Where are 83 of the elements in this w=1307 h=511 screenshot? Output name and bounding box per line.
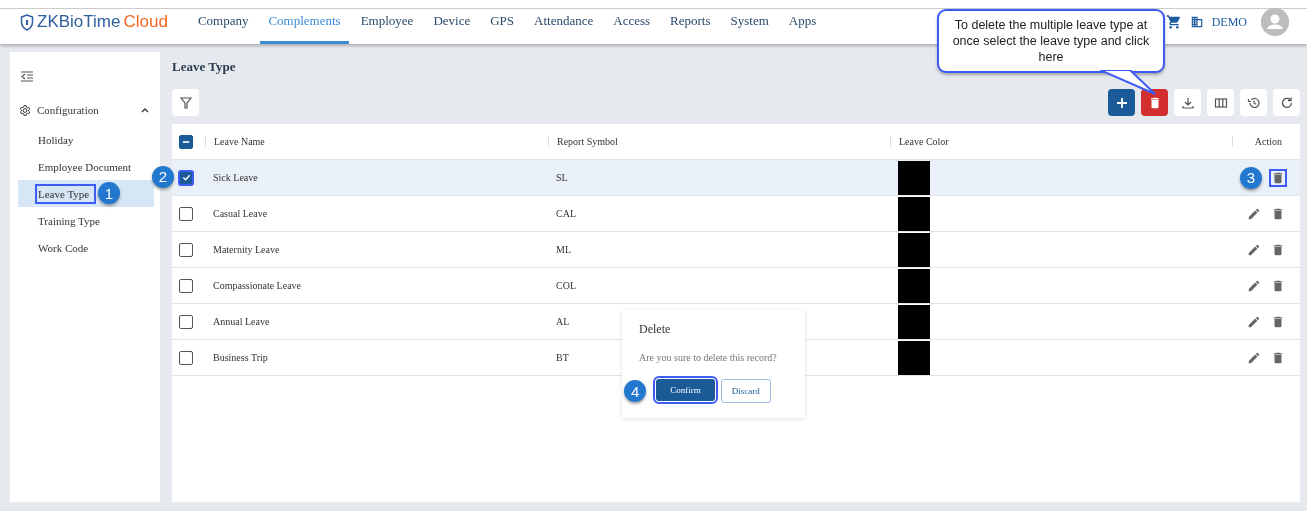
refresh-button[interactable] (1273, 89, 1300, 116)
nav-tab[interactable]: Apps (780, 0, 825, 44)
step-number-badge: 3 (1240, 166, 1262, 189)
table-cell: Compassionate Leave (213, 280, 302, 291)
column-header: Leave Color (890, 136, 1232, 147)
collapse-menu-icon[interactable] (20, 70, 34, 84)
sidebar-item[interactable]: Work Code (18, 234, 154, 261)
dialog-title: Delete (639, 322, 671, 337)
table-cell: Annual Leave (213, 316, 270, 327)
columns-button[interactable] (1207, 89, 1234, 116)
checkbox[interactable] (179, 242, 193, 257)
trash-icon (1271, 170, 1285, 185)
checkbox[interactable] (179, 350, 193, 365)
table-cell: Casual Leave (213, 208, 268, 219)
column-header: Leave Name (205, 136, 548, 147)
trash-icon (1271, 278, 1285, 293)
table-cell: COL (556, 280, 576, 291)
table-cell: ML (556, 244, 571, 255)
checkbox[interactable] (179, 314, 193, 329)
check-icon (181, 173, 191, 182)
plus-icon (1114, 95, 1129, 110)
confirm-button[interactable]: Confirm (656, 379, 715, 401)
nav-tab[interactable]: Complements (260, 0, 349, 44)
delete-button[interactable] (1270, 169, 1286, 186)
table-cell: SL (556, 172, 568, 183)
pencil-icon (1247, 278, 1261, 293)
nav-tab[interactable]: Access (605, 0, 659, 44)
pencil-icon (1247, 350, 1261, 365)
table-cell: Business Trip (213, 352, 268, 363)
refresh-icon (1279, 95, 1294, 110)
settings-icon (18, 103, 31, 117)
step-number-badge: 4 (624, 380, 647, 402)
export-button[interactable] (1174, 89, 1201, 116)
history-button[interactable] (1240, 89, 1267, 116)
nav-tab[interactable]: Company (189, 0, 257, 44)
page-title: Leave Type (172, 59, 236, 76)
column-header: Action (1232, 136, 1300, 147)
trash-icon (1271, 242, 1285, 257)
nav-tab[interactable]: Attendance (526, 0, 602, 44)
logo-text: ZKBioTime (37, 12, 121, 32)
nav-tab[interactable]: Reports (662, 0, 719, 44)
shield-icon (20, 13, 34, 31)
trash-icon (1271, 206, 1285, 221)
checkbox[interactable] (179, 170, 193, 185)
table-cell: Sick Leave (213, 172, 258, 183)
trash-icon (1271, 314, 1285, 329)
pencil-icon (1247, 242, 1261, 257)
dialog-message: Are you sure to delete this record? (639, 352, 777, 363)
table-cell: AL (556, 316, 570, 327)
discard-button[interactable]: Discard (720, 379, 771, 403)
pencil-icon (1247, 314, 1261, 329)
pencil-icon (1247, 206, 1261, 221)
columns-icon (1213, 95, 1228, 110)
sidebar-item[interactable]: Leave Type 1 (18, 180, 154, 207)
nav-tab[interactable]: Employee (352, 0, 422, 44)
filter-button[interactable] (172, 89, 199, 116)
sidebar-item[interactable]: Training Type (18, 207, 154, 234)
column-header: Report Symbol (548, 136, 890, 147)
logo-text: Cloud (123, 12, 168, 32)
nav-tab[interactable]: GPS (482, 0, 523, 44)
building-icon (1189, 15, 1204, 29)
nav-tab[interactable]: System (722, 0, 777, 44)
cart-icon[interactable] (1165, 14, 1182, 30)
company-name[interactable]: DEMO (1211, 14, 1247, 30)
add-button[interactable] (1108, 89, 1135, 116)
history-icon (1246, 95, 1261, 110)
step-number-badge: 1 (98, 182, 120, 204)
checkbox[interactable] (179, 278, 193, 293)
step-number-badge: 2 (152, 165, 174, 188)
checkbox[interactable] (179, 134, 193, 149)
menu-group-label: Configuration (37, 104, 99, 116)
trash-icon (1271, 350, 1285, 365)
sidebar-item[interactable]: Holiday (18, 126, 154, 153)
menu-group[interactable]: Configuration (10, 100, 150, 120)
nav-tab[interactable]: Device (425, 0, 479, 44)
download-icon (1180, 95, 1195, 110)
checkbox[interactable] (179, 206, 193, 221)
table-cell: BT (556, 352, 569, 363)
table-cell: CAL (556, 208, 576, 219)
table-cell: Maternity Leave (213, 244, 280, 255)
sidebar-item[interactable]: Employee Document (18, 153, 154, 180)
delete-button[interactable] (1141, 89, 1168, 116)
filter-icon (178, 95, 193, 110)
